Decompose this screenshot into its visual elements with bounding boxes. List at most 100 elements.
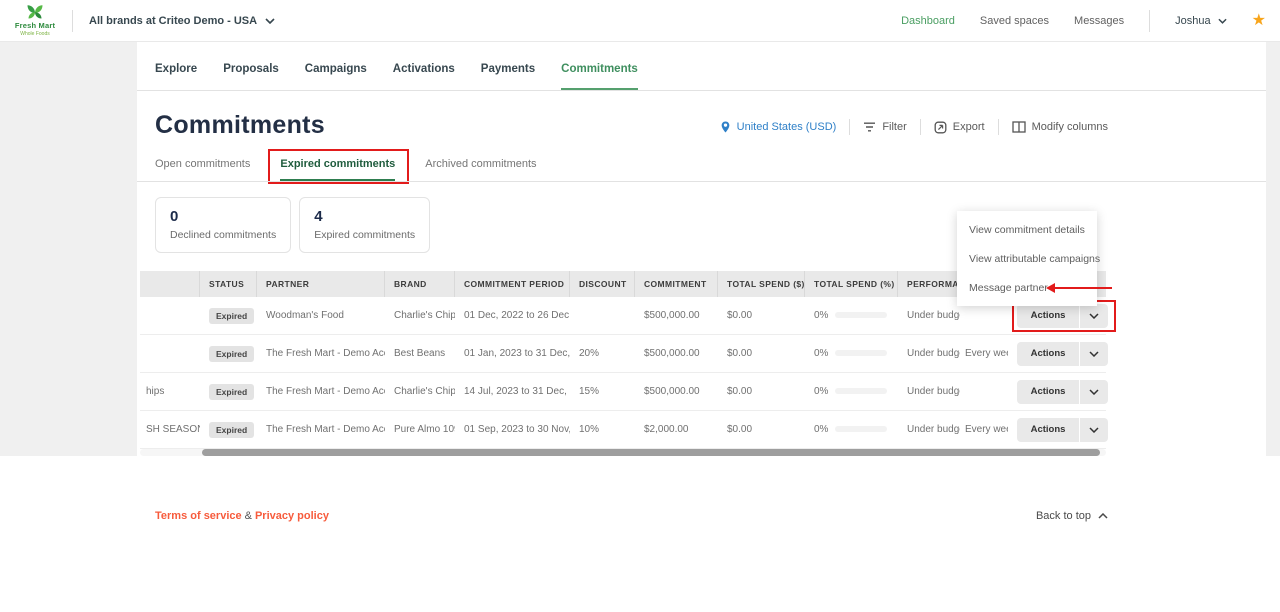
actions-button[interactable]: Actions bbox=[1017, 304, 1109, 328]
spend-pct-value: 0% bbox=[814, 348, 828, 359]
actions-caret[interactable] bbox=[1080, 304, 1108, 328]
logo-tagline: Whole Foods bbox=[20, 31, 49, 37]
filter-icon bbox=[863, 122, 876, 132]
menu-item-view-attributable-campaigns[interactable]: View attributable campaigns bbox=[957, 244, 1097, 273]
topbar-divider bbox=[72, 10, 73, 32]
subtab-open-commitments[interactable]: Open commitments bbox=[155, 158, 250, 181]
cell-status: Expired bbox=[200, 308, 257, 324]
progress-bar bbox=[835, 312, 887, 318]
tab-payments[interactable]: Payments bbox=[481, 63, 535, 91]
header-status: STATUS bbox=[200, 271, 257, 297]
brand-selector[interactable]: All brands at Criteo Demo - USA bbox=[89, 15, 275, 27]
cell-status: Expired bbox=[200, 384, 257, 400]
export-icon bbox=[934, 121, 947, 134]
spend-pct-value: 0% bbox=[814, 310, 828, 321]
nav-saved-spaces[interactable]: Saved spaces bbox=[980, 15, 1049, 27]
tab-explore[interactable]: Explore bbox=[155, 63, 197, 91]
cell-name: hips bbox=[140, 386, 200, 397]
menu-item-label: Message partner bbox=[969, 282, 1048, 294]
brand-selector-label: All brands at Criteo Demo - USA bbox=[89, 15, 257, 27]
spend-pct-value: 0% bbox=[814, 424, 828, 435]
header-discount: DISCOUNT bbox=[570, 271, 635, 297]
controls-divider bbox=[849, 119, 850, 135]
actions-button[interactable]: Actions bbox=[1017, 380, 1109, 404]
tab-activations[interactable]: Activations bbox=[393, 63, 455, 91]
logo-name: Fresh Mart bbox=[15, 21, 55, 30]
filter-button[interactable]: Filter bbox=[863, 121, 906, 133]
nav-dashboard[interactable]: Dashboard bbox=[901, 15, 955, 27]
status-badge: Expired bbox=[209, 346, 254, 362]
subtabs-divider bbox=[137, 181, 1266, 182]
tab-campaigns[interactable]: Campaigns bbox=[305, 63, 367, 91]
main-tabs: Explore Proposals Campaigns Activations … bbox=[155, 63, 638, 91]
chevron-down-icon bbox=[1089, 351, 1099, 357]
star-icon[interactable]: ★ bbox=[1252, 13, 1266, 29]
modify-columns-button[interactable]: Modify columns bbox=[1012, 121, 1108, 133]
cell-total-spend-pct: 0% bbox=[805, 348, 898, 359]
export-button[interactable]: Export bbox=[934, 121, 985, 134]
cell-total-spend-pct: 0% bbox=[805, 424, 898, 435]
subtab-archived-commitments[interactable]: Archived commitments bbox=[425, 158, 536, 181]
card-label: Expired commitments bbox=[314, 229, 415, 241]
header-name bbox=[140, 271, 200, 297]
card-value: 0 bbox=[170, 208, 276, 225]
tab-proposals[interactable]: Proposals bbox=[223, 63, 279, 91]
cell-partner: The Fresh Mart - Demo Account bbox=[257, 424, 385, 435]
cell-period: 01 Sep, 2023 to 30 Nov, 2023 bbox=[455, 424, 570, 435]
nav-messages[interactable]: Messages bbox=[1074, 15, 1124, 27]
cell-period: 14 Jul, 2023 to 31 Dec, 2023 bbox=[455, 386, 570, 397]
cell-frequency: Every week bbox=[960, 348, 1008, 359]
cell-discount: 15% bbox=[570, 386, 635, 397]
progress-bar bbox=[835, 350, 887, 356]
filter-label: Filter bbox=[882, 121, 906, 133]
cell-commitment: $500,000.00 bbox=[635, 386, 718, 397]
cell-status: Expired bbox=[200, 346, 257, 362]
cell-performance: Under budget bbox=[898, 424, 960, 435]
modify-columns-label: Modify columns bbox=[1032, 121, 1108, 133]
header-brand: BRAND bbox=[385, 271, 455, 297]
actions-button-label: Actions bbox=[1017, 342, 1080, 366]
cell-partner: The Fresh Mart - Demo Account bbox=[257, 348, 385, 359]
region-selector[interactable]: United States (USD) bbox=[720, 120, 837, 134]
actions-button-label: Actions bbox=[1017, 304, 1080, 328]
page-controls: United States (USD) Filter Export Modify… bbox=[720, 119, 1108, 135]
topbar-nav: Dashboard Saved spaces Messages Joshua ★ bbox=[901, 10, 1266, 32]
cell-actions: Actions bbox=[1008, 380, 1106, 404]
user-menu[interactable]: Joshua bbox=[1175, 15, 1226, 27]
location-pin-icon bbox=[720, 120, 731, 134]
tabs-divider bbox=[137, 90, 1266, 91]
actions-button[interactable]: Actions bbox=[1017, 342, 1109, 366]
card-label: Declined commitments bbox=[170, 229, 276, 241]
menu-item-message-partner[interactable]: Message partner bbox=[957, 273, 1097, 302]
back-to-top-button[interactable]: Back to top bbox=[1036, 510, 1108, 522]
subtab-expired-commitments[interactable]: Expired commitments bbox=[280, 158, 395, 181]
cell-performance: Under budget bbox=[898, 310, 960, 321]
header-commitment-period: COMMITMENT PERIOD bbox=[455, 271, 570, 297]
terms-of-service-link[interactable]: Terms of service bbox=[155, 510, 242, 522]
card-expired-commitments: 4 Expired commitments bbox=[299, 197, 430, 253]
cell-commitment: $2,000.00 bbox=[635, 424, 718, 435]
table-row: SH SEASON Expired The Fresh Mart - Demo … bbox=[140, 411, 1106, 449]
cell-partner: The Fresh Mart - Demo Account bbox=[257, 386, 385, 397]
cell-commitment: $500,000.00 bbox=[635, 310, 718, 321]
cell-total-spend-pct: 0% bbox=[805, 310, 898, 321]
horizontal-scrollbar-track[interactable] bbox=[140, 449, 1106, 456]
actions-caret[interactable] bbox=[1080, 418, 1108, 442]
freshmart-logo[interactable]: Fresh Mart Whole Foods bbox=[12, 4, 58, 37]
privacy-policy-link[interactable]: Privacy policy bbox=[255, 510, 329, 522]
cell-brand: Charlie's Chips bbox=[385, 386, 455, 397]
page-title: Commitments bbox=[155, 111, 325, 140]
actions-button[interactable]: Actions bbox=[1017, 418, 1109, 442]
cell-frequency: Every week bbox=[960, 424, 1008, 435]
menu-item-view-commitment-details[interactable]: View commitment details bbox=[957, 215, 1097, 244]
spend-pct-value: 0% bbox=[814, 386, 828, 397]
actions-caret[interactable] bbox=[1080, 342, 1108, 366]
modify-columns-icon bbox=[1012, 121, 1026, 133]
cell-discount: 20% bbox=[570, 348, 635, 359]
horizontal-scrollbar-thumb[interactable] bbox=[202, 449, 1100, 456]
actions-context-menu: View commitment details View attributabl… bbox=[957, 211, 1097, 306]
progress-bar bbox=[835, 426, 887, 432]
status-badge: Expired bbox=[209, 308, 254, 324]
tab-commitments[interactable]: Commitments bbox=[561, 63, 638, 91]
actions-caret[interactable] bbox=[1080, 380, 1108, 404]
